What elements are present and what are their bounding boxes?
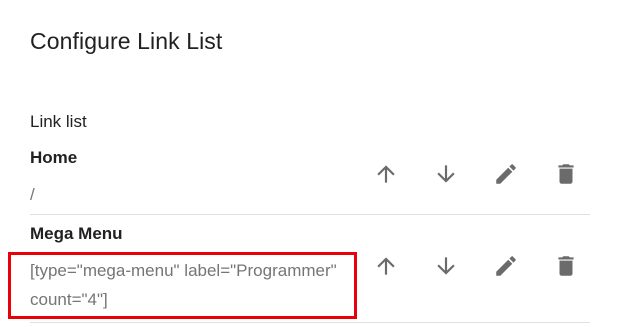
edit-button[interactable] xyxy=(486,246,526,286)
delete-button[interactable] xyxy=(546,246,586,286)
move-up-button[interactable] xyxy=(366,154,406,194)
arrow-down-icon xyxy=(437,257,455,275)
delete-button[interactable] xyxy=(546,154,586,194)
link-item-value: [type="mega-menu" label="Programmer" cou… xyxy=(30,261,337,309)
link-item-actions xyxy=(366,154,590,194)
link-list-item: Home / xyxy=(30,146,590,215)
move-down-button[interactable] xyxy=(426,246,466,286)
pencil-icon xyxy=(496,256,516,276)
move-down-button[interactable] xyxy=(426,154,466,194)
trash-icon xyxy=(558,256,574,276)
trash-icon xyxy=(558,164,574,184)
link-list-item: Mega Menu [type="mega-menu" label="Progr… xyxy=(30,222,590,323)
arrow-up-icon xyxy=(377,257,395,275)
move-up-button[interactable] xyxy=(366,246,406,286)
link-item-name: Home xyxy=(30,148,78,167)
link-item-actions xyxy=(366,246,590,286)
configure-link-list-dialog: Configure Link List Link list Home / Meg… xyxy=(0,0,622,327)
edit-button[interactable] xyxy=(486,154,526,194)
link-list-label: Link list xyxy=(30,112,87,131)
dialog-title: Configure Link List xyxy=(30,28,223,54)
link-item-value: / xyxy=(30,185,35,204)
link-item-name: Mega Menu xyxy=(30,224,123,243)
arrow-up-icon xyxy=(377,165,395,183)
arrow-down-icon xyxy=(437,165,455,183)
pencil-icon xyxy=(496,164,516,184)
